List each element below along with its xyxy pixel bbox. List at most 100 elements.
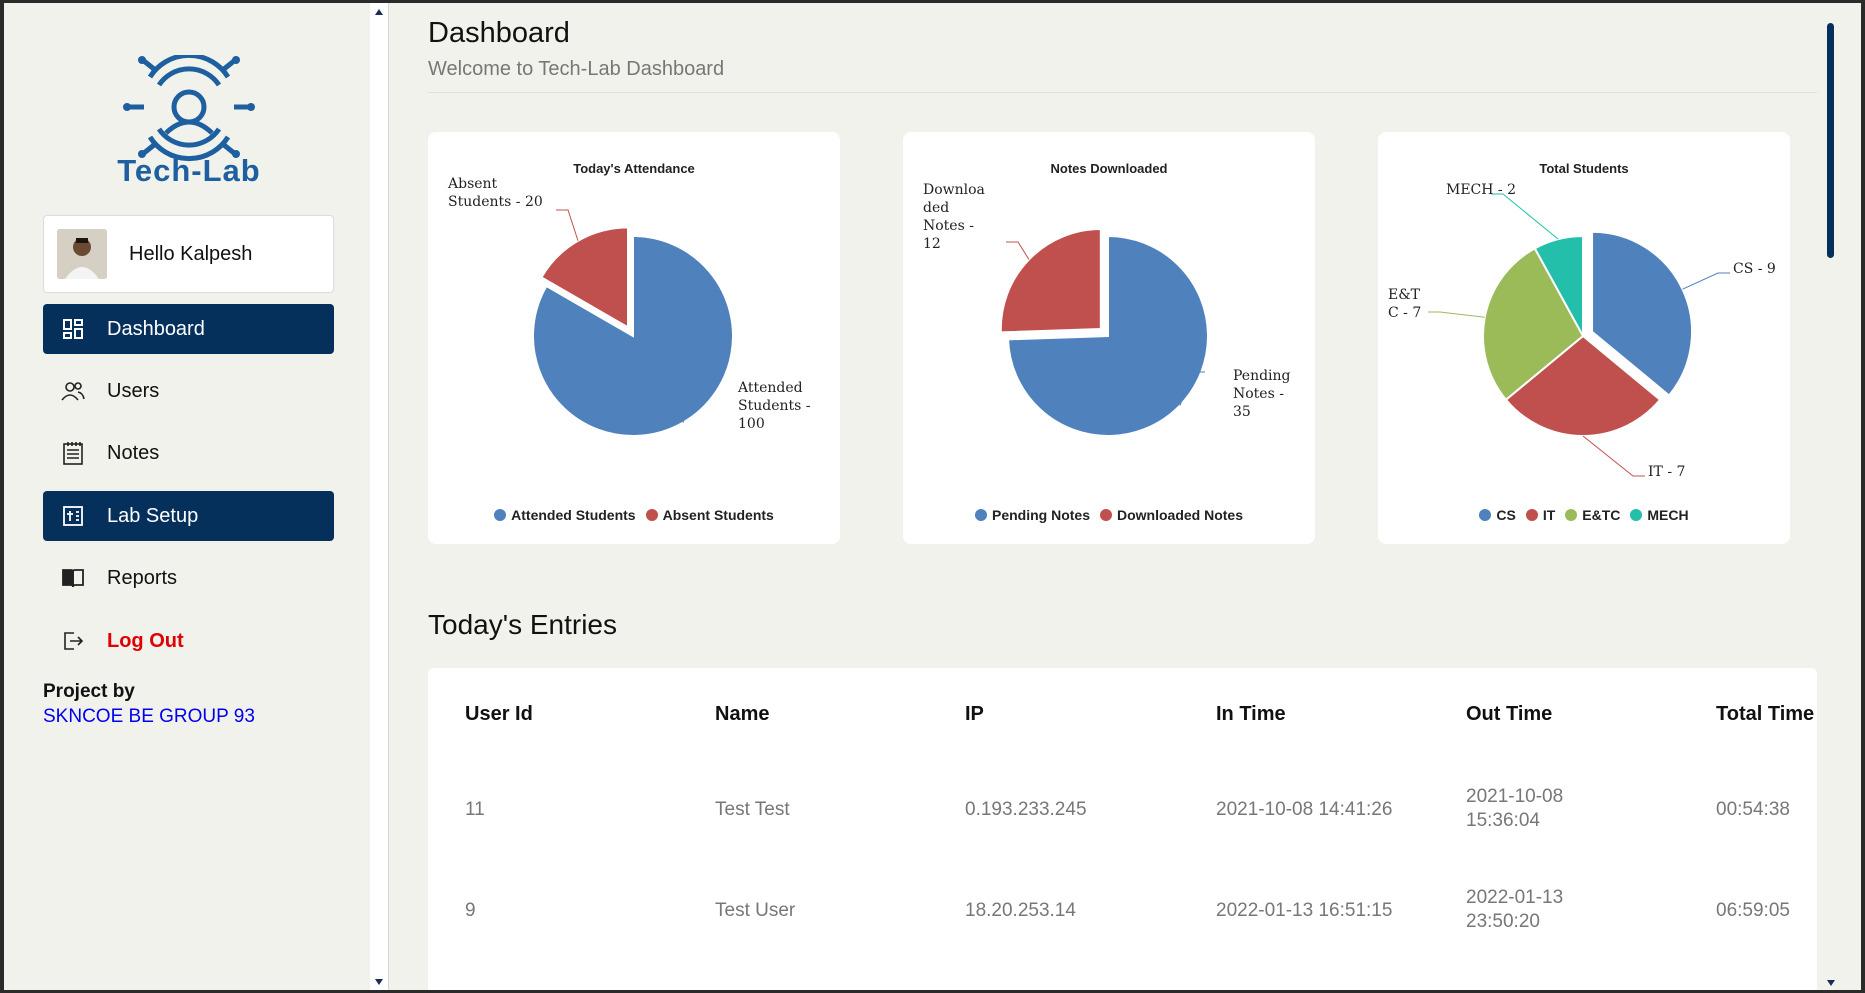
scroll-down-icon[interactable] xyxy=(1827,980,1835,986)
data-label: CS - 9 xyxy=(1733,261,1776,277)
legend-item[interactable]: E&TC xyxy=(1565,507,1620,523)
main-content: Dashboard Welcome to Tech-Lab Dashboard … xyxy=(390,3,1841,990)
sidebar-item-label: Reports xyxy=(107,566,178,589)
sidebar-scrollbar[interactable] xyxy=(370,3,388,990)
notes-pie-chart: Notes Downloaded Pending Notes -35 Downloa d… xyxy=(923,161,1291,437)
chart-legend: Pending Notes Downloaded Notes xyxy=(903,507,1315,524)
table-cell-ip: 0.193.233.245 xyxy=(965,799,1087,820)
legend-item[interactable]: Attended Students xyxy=(494,507,636,523)
pie-slice-downloaded-notes[interactable] xyxy=(999,228,1102,334)
table-cell-total-time: 06:59:05 xyxy=(1716,900,1790,921)
table-cell-in-time: 2021-10-08 14:41:26 xyxy=(1216,799,1393,820)
sidebar-item-label: Dashboard xyxy=(107,317,205,340)
legend-item[interactable]: Absent Students xyxy=(645,507,774,523)
table-cell-out-date: 2021-10-08 xyxy=(1466,786,1564,807)
table-cell-user-id: 9 xyxy=(465,900,476,921)
students-pie-chart: Total Students CS - 9 IT - 7 E&T C - 7 MECH -… xyxy=(1388,161,1776,480)
dashboard-icon xyxy=(61,317,85,341)
legend-label: Attended Students xyxy=(511,507,636,523)
page-subtitle: Welcome to Tech-Lab Dashboard xyxy=(428,58,725,80)
table-cell-in-time: 2022-01-13 16:51:15 xyxy=(1216,900,1393,921)
sidebar-item-label: Users xyxy=(107,379,160,402)
column-header-ip[interactable]: IP xyxy=(965,703,984,726)
lab-setup-icon xyxy=(61,504,85,528)
scrollbar-thumb[interactable] xyxy=(1827,23,1834,258)
chart-title: Total Students xyxy=(1539,161,1628,176)
table-cell-ip: 18.20.253.14 xyxy=(965,900,1076,921)
data-label: Attended Students -100 xyxy=(737,380,811,432)
scroll-up-icon[interactable] xyxy=(375,9,383,15)
user-greeting: Hello Kalpesh xyxy=(129,243,253,265)
legend-dot-icon xyxy=(1565,509,1578,521)
sidebar-item-logout[interactable]: Log Out xyxy=(43,616,334,666)
sidebar-item-lab-setup[interactable]: Lab Setup xyxy=(43,491,334,541)
sidebar: Tech-Lab Hello Kalpesh Dashboard Users N… xyxy=(4,3,370,990)
data-label: Absent Students - 20 xyxy=(447,176,543,210)
sidebar-item-notes[interactable]: Notes xyxy=(43,428,334,478)
project-name: SKNCOE BE GROUP 93 xyxy=(43,706,255,727)
sidebar-item-users[interactable]: Users xyxy=(43,366,334,416)
legend-dot-icon xyxy=(1479,509,1492,521)
table-cell-out-date: 2022-01-13 xyxy=(1466,887,1564,908)
sidebar-item-label: Log Out xyxy=(107,629,184,652)
legend-label: IT xyxy=(1542,507,1556,523)
entries-table: User Id Name IP In Time Out Time Total T… xyxy=(428,668,1817,990)
logo-text: Tech-Lab xyxy=(117,153,261,188)
divider xyxy=(428,92,1817,93)
column-header-total-time[interactable]: Total Time xyxy=(1716,703,1814,726)
leader-line xyxy=(1582,435,1645,477)
data-label: MECH - 2 xyxy=(1446,182,1516,198)
chart-title: Notes Downloaded xyxy=(1050,161,1167,176)
logout-icon xyxy=(61,629,85,653)
leader-line xyxy=(1682,272,1730,290)
legend-item[interactable]: MECH xyxy=(1630,507,1689,523)
book-icon xyxy=(61,566,85,590)
divider xyxy=(388,3,389,990)
scroll-down-icon[interactable] xyxy=(375,979,383,985)
column-header-name[interactable]: Name xyxy=(715,703,769,726)
data-label: E&T C - 7 xyxy=(1388,287,1421,321)
sidebar-item-dashboard[interactable]: Dashboard xyxy=(43,304,334,354)
legend-dot-icon xyxy=(974,509,987,521)
table-cell-user-id: 11 xyxy=(465,799,485,820)
legend-dot-icon xyxy=(1100,509,1112,521)
main-scrollbar[interactable] xyxy=(1821,3,1841,990)
leader-line xyxy=(556,209,579,241)
legend-dot-icon xyxy=(1525,509,1538,521)
legend-item[interactable]: Downloaded Notes xyxy=(1100,507,1243,523)
attendance-pie-chart: Today's Attendance Attended Students -100 A… xyxy=(447,161,811,437)
legend-label: E&TC xyxy=(1582,507,1621,523)
column-header-in-time[interactable]: In Time xyxy=(1216,703,1286,726)
legend-label: Pending Notes xyxy=(991,507,1090,523)
attendance-chart-card: Today's Attendance Attended Students -100 A… xyxy=(428,132,840,544)
column-header-user-id[interactable]: User Id xyxy=(465,703,533,726)
notes-icon xyxy=(61,441,85,465)
sidebar-item-reports[interactable]: Reports xyxy=(43,553,334,603)
user-card[interactable]: Hello Kalpesh xyxy=(43,215,334,293)
sidebar-item-label: Lab Setup xyxy=(107,504,199,527)
table-cell-name: Test Test xyxy=(715,799,790,820)
legend-label: Downloaded Notes xyxy=(1117,507,1244,523)
app-window: Tech-Lab Hello Kalpesh Dashboard Users N… xyxy=(4,3,1861,990)
data-label: IT - 7 xyxy=(1648,464,1685,480)
legend-item[interactable]: CS xyxy=(1479,507,1516,523)
leader-line xyxy=(1491,193,1559,240)
legend-item[interactable]: Pending Notes xyxy=(974,507,1090,523)
avatar xyxy=(57,229,107,279)
students-chart-card: Total Students CS - 9 IT - 7 E&T C - 7 MECH -… xyxy=(1378,132,1790,544)
legend-label: MECH xyxy=(1647,507,1689,523)
table-cell-total-time: 00:54:38 xyxy=(1716,799,1790,820)
legend-dot-icon xyxy=(494,509,507,521)
chart-legend: CS IT E&TC MECH xyxy=(1378,507,1790,524)
entries-title: Today's Entries xyxy=(428,609,617,640)
table-cell-out-clock: 15:36:04 xyxy=(1466,810,1540,831)
chart-legend: Attended Students Absent Students xyxy=(428,507,840,524)
legend-dot-icon xyxy=(1630,509,1643,521)
legend-item[interactable]: IT xyxy=(1525,507,1556,523)
leader-line xyxy=(1006,241,1030,260)
legend-label: CS xyxy=(1496,507,1516,523)
column-header-out-time[interactable]: Out Time xyxy=(1466,703,1552,726)
page-title: Dashboard xyxy=(428,17,570,49)
users-icon xyxy=(61,379,85,403)
legend-label: Absent Students xyxy=(662,507,774,523)
